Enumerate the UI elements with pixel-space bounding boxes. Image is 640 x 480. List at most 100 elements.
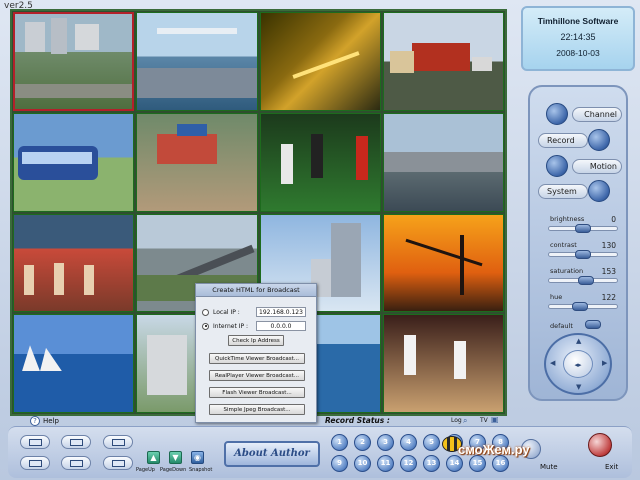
default-button[interactable] [585,320,601,329]
channel-3-button[interactable]: 3 [377,434,394,451]
channel-5-button[interactable]: 5 [423,434,440,451]
page-up-label: PageUp [136,467,155,473]
page-down-icon[interactable]: ▼ [169,451,182,464]
video-cell-7[interactable] [259,112,381,212]
record-status-label: Record Status : [325,416,390,425]
channel-14-button[interactable]: 14 [446,455,463,472]
date-label: 2008-10-03 [556,48,600,58]
hue-value: 122 [601,293,616,302]
ptz-right-icon[interactable]: ▶ [602,359,607,367]
saturation-label: saturation [550,267,584,275]
realplayer-broadcast-button[interactable]: RealPlayer Viewer Broadcast... [209,370,305,381]
video-cell-9[interactable] [13,213,135,313]
channel-12-button[interactable]: 12 [400,455,417,472]
local-ip-label: Local IP : [213,308,240,316]
layout-4-button[interactable] [61,435,91,449]
watermark-text: смоЖем.ру [458,442,530,457]
video-cell-12[interactable] [382,213,504,313]
record-label[interactable]: Record [538,133,588,148]
ptz-left-icon[interactable]: ◀ [550,359,555,367]
ptz-center-button[interactable]: ◂▸ [563,350,593,378]
brightness-knob[interactable] [575,224,591,233]
channel-2-button[interactable]: 2 [354,434,371,451]
layout-4-icon [70,439,83,446]
channel-16-button[interactable]: 16 [492,455,509,472]
help-label[interactable]: Help [43,417,59,425]
brightness-value: 0 [611,215,616,224]
page-down-label: PageDown [160,467,187,473]
control-panel: Channel Record Motion System brightness … [528,85,628,401]
brightness-label: brightness [550,215,585,223]
saturation-value: 153 [601,267,616,276]
log-label[interactable]: Log [451,417,462,424]
channel-4-button[interactable]: 4 [400,434,417,451]
bottom-toolbar: ▲ PageUp ▼ PageDown ◉ Snapshot About Aut… [8,426,632,478]
motion-label[interactable]: Motion [572,159,622,174]
brand-label: Timhillone Software [537,16,619,26]
channel-label[interactable]: Channel [572,107,622,122]
default-label: default [550,322,573,330]
system-button[interactable] [588,180,610,202]
layout-9-icon [70,460,83,467]
internet-ip-row: Internet IP : [202,321,248,331]
jpeg-broadcast-button[interactable]: Simple Jpeg Broadcast... [209,404,305,415]
internet-ip-field[interactable]: 0.0.0.0 [256,321,306,331]
internet-ip-label: Internet IP : [213,322,249,330]
channel-9-button[interactable]: 9 [331,455,348,472]
quicktime-broadcast-button[interactable]: QuickTime Viewer Broadcast... [209,353,305,364]
ptz-down-icon[interactable]: ▼ [576,383,581,391]
mute-label: Mute [540,463,558,471]
contrast-knob[interactable] [575,250,591,259]
video-cell-4[interactable] [382,12,504,111]
tv-label[interactable]: TV [480,417,488,424]
video-cell-5[interactable] [13,112,135,212]
channel-10-button[interactable]: 10 [354,455,371,472]
layout-6-button[interactable] [103,435,133,449]
local-ip-radio[interactable] [202,308,209,316]
layout-6-icon [112,439,125,446]
local-ip-row: Local IP : [202,307,240,317]
magnifier-icon[interactable]: ⌕ [463,416,467,426]
layout-8-button[interactable] [20,456,50,470]
video-cell-13[interactable] [13,314,135,413]
video-cell-3[interactable] [259,12,381,111]
time-label: 22:14:35 [560,32,596,42]
saturation-knob[interactable] [577,276,594,285]
layout-9-button[interactable] [61,456,91,470]
motion-button[interactable] [546,155,568,177]
layout-1-button[interactable] [20,435,50,449]
broadcast-dialog: Create HTML for Broadcast Local IP : 192… [195,283,317,423]
dialog-title: Create HTML for Broadcast [196,284,316,297]
video-cell-8[interactable] [382,112,504,212]
clock-display: Timhillone Software 22:14:35 2008-10-03 [521,6,635,71]
channel-15-button[interactable]: 15 [469,455,486,472]
ptz-dpad[interactable]: ▲ ▼ ◀ ▶ ◂▸ [544,333,612,395]
record-button[interactable] [588,129,610,151]
hue-label: hue [550,293,563,301]
snapshot-icon[interactable]: ◉ [191,451,204,464]
channel-11-button[interactable]: 11 [377,455,394,472]
help-icon[interactable]: ? [30,416,40,426]
page-up-icon[interactable]: ▲ [147,451,160,464]
help-link[interactable]: ? Help [30,416,59,426]
channel-1-button[interactable]: 1 [331,434,348,451]
about-author-button[interactable]: About Author [224,441,320,467]
exit-label: Exit [605,463,619,471]
layout-16-button[interactable] [103,456,133,470]
flash-broadcast-button[interactable]: Flash Viewer Broadcast... [209,387,305,398]
exit-button[interactable] [588,433,612,457]
internet-ip-radio[interactable] [202,322,209,330]
system-label[interactable]: System [538,184,588,199]
check-ip-button[interactable]: Check Ip Address [228,335,284,346]
hue-knob[interactable] [572,302,589,311]
channel-13-button[interactable]: 13 [423,455,440,472]
snapshot-label: Snapshot [189,467,213,473]
video-cell-2[interactable] [136,12,258,111]
video-cell-16[interactable] [382,314,504,413]
channel-button[interactable] [546,103,568,125]
local-ip-field[interactable]: 192.168.0.123 [256,307,306,317]
video-cell-6[interactable] [136,112,258,212]
video-cell-1[interactable] [13,12,135,111]
ptz-up-icon[interactable]: ▲ [576,337,581,345]
tv-icon[interactable]: ▣ [491,415,499,424]
